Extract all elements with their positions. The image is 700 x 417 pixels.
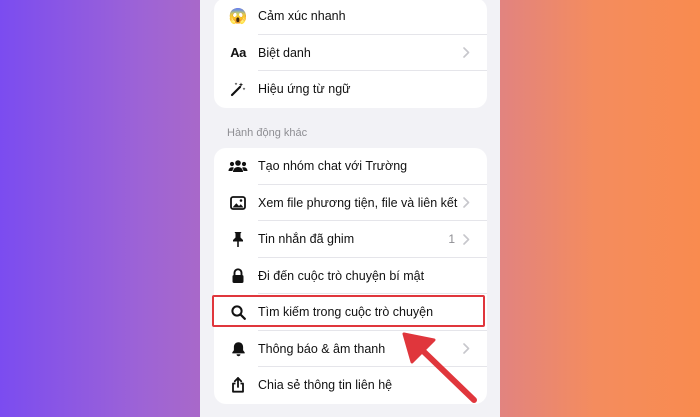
- pinned-count-badge: 1: [448, 232, 455, 247]
- pinned-messages-row[interactable]: Tin nhắn đã ghim 1: [214, 221, 487, 258]
- magic-wand-icon: [228, 79, 248, 99]
- view-media-row[interactable]: Xem file phương tiện, file và liên kết: [214, 185, 487, 222]
- top-settings-group: 😱 Cảm xúc nhanh Aa Biệt danh Hiệu ứng từ…: [214, 0, 487, 108]
- search-row-highlight-box: [212, 295, 485, 327]
- nickname-row[interactable]: Aa Biệt danh: [214, 35, 487, 72]
- pinned-messages-label: Tin nhắn đã ghim: [258, 232, 355, 247]
- group-people-icon: [228, 156, 248, 176]
- create-group-chat-row[interactable]: Tạo nhóm chat với Trường: [214, 148, 487, 185]
- word-effects-label: Hiệu ứng từ ngữ: [258, 82, 351, 97]
- view-media-label: Xem file phương tiện, file và liên kết: [258, 195, 458, 210]
- chevron-right-icon: [463, 197, 473, 209]
- quick-reaction-row[interactable]: 😱 Cảm xúc nhanh: [214, 0, 487, 35]
- shocked-emoji-icon: 😱: [228, 7, 248, 25]
- secret-chat-row[interactable]: Đi đến cuộc trò chuyện bí mật: [214, 258, 487, 295]
- aa-text-icon: Aa: [230, 45, 246, 61]
- quick-reaction-label: Cảm xúc nhanh: [258, 9, 346, 24]
- section-heading: Hành động khác: [227, 127, 308, 139]
- share-icon: [228, 375, 248, 395]
- nickname-label: Biệt danh: [258, 45, 311, 60]
- chevron-right-icon: [463, 47, 473, 59]
- chevron-right-icon: [463, 233, 473, 245]
- bell-icon: [228, 339, 248, 359]
- lock-icon: [228, 266, 248, 286]
- pin-icon: [228, 229, 248, 249]
- image-icon: [228, 193, 248, 213]
- word-effects-row[interactable]: Hiệu ứng từ ngữ: [214, 71, 487, 108]
- create-group-chat-label: Tạo nhóm chat với Trường: [258, 159, 408, 174]
- red-arrow-icon: [402, 332, 477, 403]
- secret-chat-label: Đi đến cuộc trò chuyện bí mật: [258, 268, 425, 283]
